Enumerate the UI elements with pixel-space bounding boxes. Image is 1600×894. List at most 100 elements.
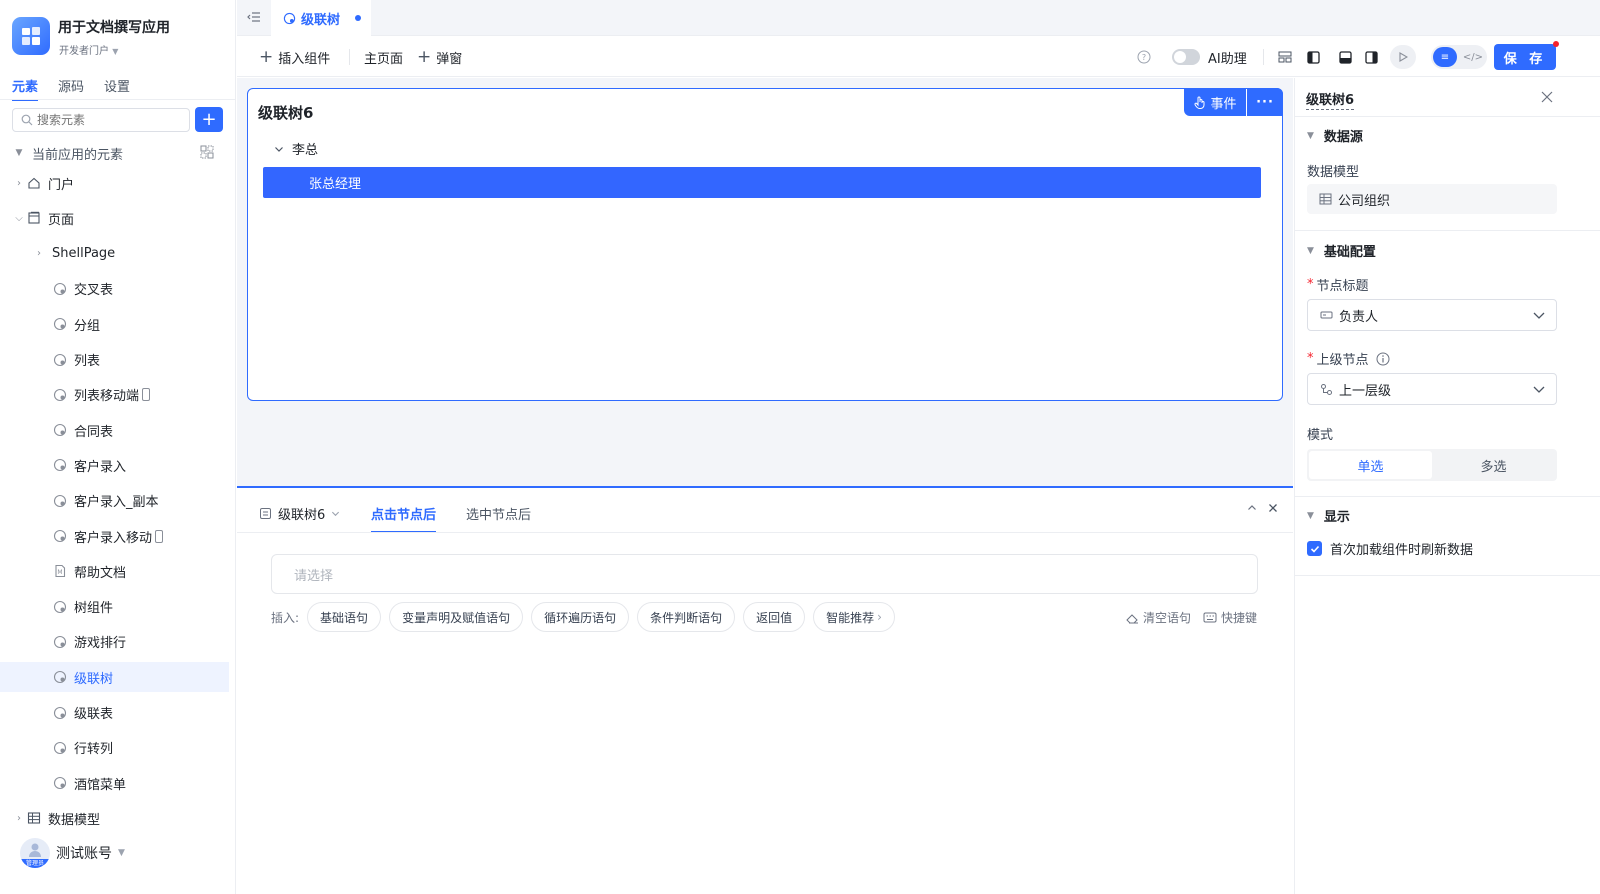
component-selector[interactable]: 级联树6	[259, 504, 340, 523]
chip-condition-statement[interactable]: 条件判断语句	[637, 602, 736, 632]
chip-return-value[interactable]: 返回值	[743, 602, 806, 632]
bottom-panel-icon[interactable]	[1337, 49, 1353, 65]
chevron-down-icon	[332, 511, 340, 517]
chip-loop-statement[interactable]: 循环遍历语句	[531, 602, 630, 632]
divider	[349, 49, 350, 65]
portal-selector[interactable]: 开发者门户 ▼	[59, 42, 118, 57]
preview-play-button[interactable]	[1390, 45, 1416, 69]
sidebar-item-10[interactable]: 客户录入_副本	[0, 486, 229, 516]
search-icon	[21, 114, 33, 126]
event-editor-panel: 级联树6 点击节点后 选中节点后 请选择 插入: 基础语句 变量声明及赋值语句 …	[237, 486, 1293, 894]
tab-source[interactable]: 源码	[58, 76, 84, 101]
section-basic-config[interactable]: ▼ 基础配置	[1307, 241, 1376, 260]
notification-dot	[1553, 41, 1559, 47]
view-mode-switch[interactable]: ≡ </>	[1431, 45, 1487, 69]
code-view-icon[interactable]: </>	[1461, 47, 1485, 67]
element-search-box[interactable]	[12, 108, 190, 132]
collapse-sidebar-icon[interactable]	[247, 10, 261, 24]
refresh-on-load-checkbox-row[interactable]: 首次加载组件时刷新数据	[1307, 539, 1473, 558]
chevron-right-icon[interactable]: ›	[12, 178, 26, 189]
tab-settings[interactable]: 设置	[104, 76, 130, 101]
sidebar-item-16[interactable]: 级联表	[0, 698, 229, 728]
tab-cascade-tree[interactable]: 级联树	[271, 0, 371, 36]
sidebar-item-13[interactable]: 树组件	[0, 592, 229, 622]
help-icon[interactable]: ?	[1136, 49, 1152, 65]
sidebar-item-3[interactable]: › ShellPage	[0, 239, 229, 269]
parent-node-text: 上级节点	[1316, 353, 1369, 368]
info-icon[interactable]	[1376, 352, 1390, 366]
chevron-down-icon	[1533, 386, 1545, 393]
collapse-up-icon[interactable]	[1247, 502, 1257, 517]
data-model-value: 公司组织	[1338, 193, 1391, 209]
tab-elements[interactable]: 元素	[12, 76, 39, 101]
layout-icon[interactable]	[200, 145, 214, 159]
user-menu[interactable]: 管理员 测试账号 ▼	[20, 838, 125, 868]
chip-variable-declaration[interactable]: 变量声明及赋值语句	[389, 602, 524, 632]
plus-icon: +	[417, 47, 432, 67]
sidebar-item-5[interactable]: 分组	[0, 309, 229, 339]
sidebar-item-14[interactable]: 游戏排行	[0, 627, 229, 657]
cascade-tree-component[interactable]: 级联树6 事件 ··· 李总 张总经理	[247, 88, 1283, 401]
close-icon[interactable]	[1268, 502, 1278, 517]
sidebar-item-2[interactable]: ⌵ 页面	[0, 203, 229, 233]
sidebar-item-9[interactable]: 客户录入	[0, 450, 229, 480]
left-panel-icon[interactable]	[1305, 49, 1321, 65]
search-input[interactable]	[37, 113, 177, 127]
sidebar-item-11[interactable]: 客户录入移动	[0, 521, 229, 551]
chevron-down-icon[interactable]: ⌵	[12, 213, 26, 224]
mode-single-option[interactable]: 单选	[1309, 451, 1432, 479]
toolbar: + 插入组件 主页面 + 弹窗 ? AI助理 ≡ </> 保 存	[237, 37, 1600, 77]
chevron-right-icon[interactable]: ›	[32, 248, 46, 259]
tab-on-node-click[interactable]: 点击节点后	[371, 504, 437, 533]
section-datasource[interactable]: ▼ 数据源	[1307, 126, 1363, 145]
parent-node-select[interactable]: 上一层级	[1307, 373, 1557, 405]
sidebar-item-18[interactable]: 酒馆菜单	[0, 768, 229, 798]
main-page-button[interactable]: 主页面	[364, 48, 403, 67]
sidebar-item-12[interactable]: M 帮助文档	[0, 556, 229, 586]
tree-node-selected[interactable]: 张总经理	[263, 167, 1261, 198]
sidebar-item-7[interactable]: 列表移动端	[0, 380, 229, 410]
event-button[interactable]: 事件	[1184, 88, 1246, 116]
data-model-field[interactable]: 公司组织	[1307, 184, 1557, 214]
tree-section-current-app[interactable]: ▼ 当前应用的元素	[0, 138, 229, 168]
sidebar-item-6[interactable]: 列表	[0, 345, 229, 375]
chevron-down-icon[interactable]	[274, 144, 284, 154]
refresh-on-load-checkbox[interactable]	[1307, 541, 1322, 556]
mode-multiple-option[interactable]: 多选	[1432, 451, 1555, 479]
sidebar-item-17[interactable]: 行转列	[0, 733, 229, 763]
ai-assistant-toggle[interactable]	[1172, 49, 1200, 65]
sidebar-item-15[interactable]: 级联树	[0, 662, 229, 693]
shortcuts-button[interactable]: 快捷键	[1203, 609, 1257, 626]
sidebar-item-1[interactable]: › 门户	[0, 168, 229, 198]
save-button[interactable]: 保 存	[1494, 44, 1556, 70]
chevron-right-icon[interactable]: ›	[12, 813, 26, 824]
chip-basic-statement[interactable]: 基础语句	[307, 602, 382, 632]
layout-grid-icon[interactable]	[1277, 49, 1293, 65]
tab-on-node-select[interactable]: 选中节点后	[466, 504, 531, 531]
chip-smart-recommend[interactable]: 智能推荐 ›	[813, 602, 895, 632]
insert-component-button[interactable]: + 插入组件	[259, 48, 330, 68]
add-element-button[interactable]: +	[195, 107, 223, 132]
more-options-icon[interactable]: ···	[1247, 88, 1283, 116]
mode-segmented-control: 单选 多选	[1307, 449, 1557, 481]
sidebar-item-4[interactable]: 交叉表	[0, 274, 229, 304]
design-view-icon[interactable]: ≡	[1433, 47, 1457, 67]
child-node-label: 张总经理	[309, 177, 362, 192]
component-icon	[52, 281, 68, 297]
section-display[interactable]: ▼ 显示	[1307, 506, 1350, 525]
node-title-select[interactable]: 负责人	[1307, 299, 1557, 331]
right-panel-icon[interactable]	[1363, 49, 1379, 65]
component-icon	[52, 352, 68, 368]
panel-title[interactable]: 级联树6	[1306, 89, 1355, 110]
tree-node-root[interactable]: 李总	[274, 139, 318, 158]
statement-select[interactable]: 请选择	[271, 554, 1258, 594]
sidebar-item-8[interactable]: 合同表	[0, 415, 229, 445]
popup-button[interactable]: + 弹窗	[417, 47, 462, 68]
clear-statements-button[interactable]: 清空语句	[1126, 609, 1191, 626]
sidebar-item-19[interactable]: › 数据模型	[0, 803, 229, 833]
app-logo-icon[interactable]	[12, 17, 50, 55]
component-icon	[52, 528, 68, 544]
app-title[interactable]: 用于文档撰写应用	[58, 17, 170, 37]
section-title: 当前应用的元素	[32, 147, 124, 163]
close-icon[interactable]	[1540, 90, 1554, 104]
